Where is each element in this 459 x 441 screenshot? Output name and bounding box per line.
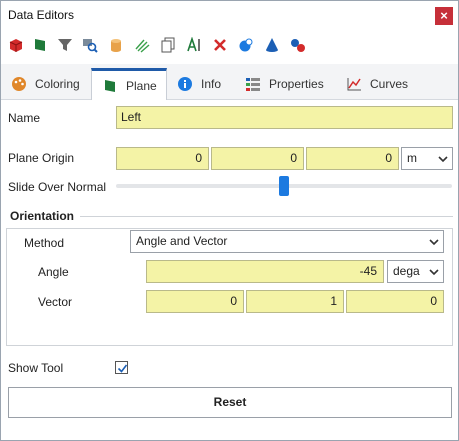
vector-z-field[interactable]: 0	[346, 290, 444, 313]
angle-field[interactable]: -45	[146, 260, 384, 283]
lines-icon[interactable]	[134, 37, 150, 53]
bottom-strip	[1, 424, 458, 440]
plane-origin-x-field[interactable]: 0	[116, 147, 209, 170]
tab-properties[interactable]: Properties	[235, 68, 333, 100]
properties-grid-icon	[246, 78, 260, 91]
cylinder-icon[interactable]	[108, 37, 124, 53]
chevron-down-icon	[438, 156, 448, 163]
cone-icon[interactable]	[264, 37, 280, 53]
search-zoom-icon[interactable]	[82, 37, 98, 53]
slide-over-normal-thumb[interactable]	[279, 176, 289, 196]
angle-unit-select[interactable]: dega	[387, 260, 444, 283]
method-value: Angle and Vector	[136, 234, 228, 248]
tab-curves[interactable]: Curves	[336, 68, 420, 100]
plane-origin-y-field[interactable]: 0	[211, 147, 304, 170]
angle-label: Angle	[38, 265, 69, 279]
text-cursor-icon[interactable]	[186, 37, 202, 53]
tab-info[interactable]: Info	[167, 68, 233, 100]
delete-x-icon[interactable]	[212, 37, 228, 53]
orientation-title: Orientation	[10, 209, 81, 223]
tab-curves-label: Curves	[370, 77, 409, 91]
red-cube-icon[interactable]	[8, 37, 24, 53]
tab-coloring-label: Coloring	[35, 77, 80, 91]
slide-over-normal-label: Slide Over Normal	[8, 180, 107, 194]
plane-origin-label: Plane Origin	[8, 151, 75, 165]
vector-y-field[interactable]: 1	[246, 290, 344, 313]
vector-x-field[interactable]: 0	[146, 290, 244, 313]
chevron-down-icon	[429, 239, 439, 246]
method-label: Method	[24, 236, 65, 250]
green-flag-icon[interactable]	[32, 37, 48, 53]
show-tool-label: Show Tool	[8, 361, 64, 375]
reset-button[interactable]: Reset	[8, 387, 452, 418]
filter-icon[interactable]	[57, 37, 73, 53]
plane-origin-unit-select[interactable]: m	[401, 147, 453, 170]
molecule-icon[interactable]	[290, 37, 306, 53]
plane-origin-unit-value: m	[407, 151, 417, 165]
close-button[interactable]: ×	[435, 7, 453, 25]
tab-info-label: Info	[201, 77, 222, 91]
plane-flag-icon	[105, 79, 115, 92]
copy-document-icon[interactable]	[160, 37, 176, 53]
chart-curve-icon	[347, 78, 361, 91]
window-title: Data Editors	[8, 8, 75, 22]
info-icon	[178, 77, 192, 91]
palette-icon	[12, 77, 26, 91]
tab-properties-label: Properties	[269, 77, 324, 91]
show-tool-checkbox[interactable]	[115, 361, 128, 374]
sphere-plane-icon[interactable]	[238, 37, 254, 53]
chevron-down-icon	[429, 269, 439, 276]
tab-plane[interactable]: Plane	[91, 68, 167, 100]
name-field[interactable]: Left	[116, 106, 453, 129]
orientation-divider	[78, 216, 453, 217]
name-label: Name	[8, 111, 41, 125]
tab-plane-label: Plane	[126, 78, 157, 93]
tab-coloring[interactable]: Coloring	[1, 68, 89, 100]
plane-origin-z-field[interactable]: 0	[306, 147, 399, 170]
angle-unit-value: dega	[393, 264, 420, 278]
method-select[interactable]: Angle and Vector	[130, 230, 444, 253]
checkmark-icon	[117, 364, 128, 373]
vector-label: Vector	[38, 295, 73, 309]
